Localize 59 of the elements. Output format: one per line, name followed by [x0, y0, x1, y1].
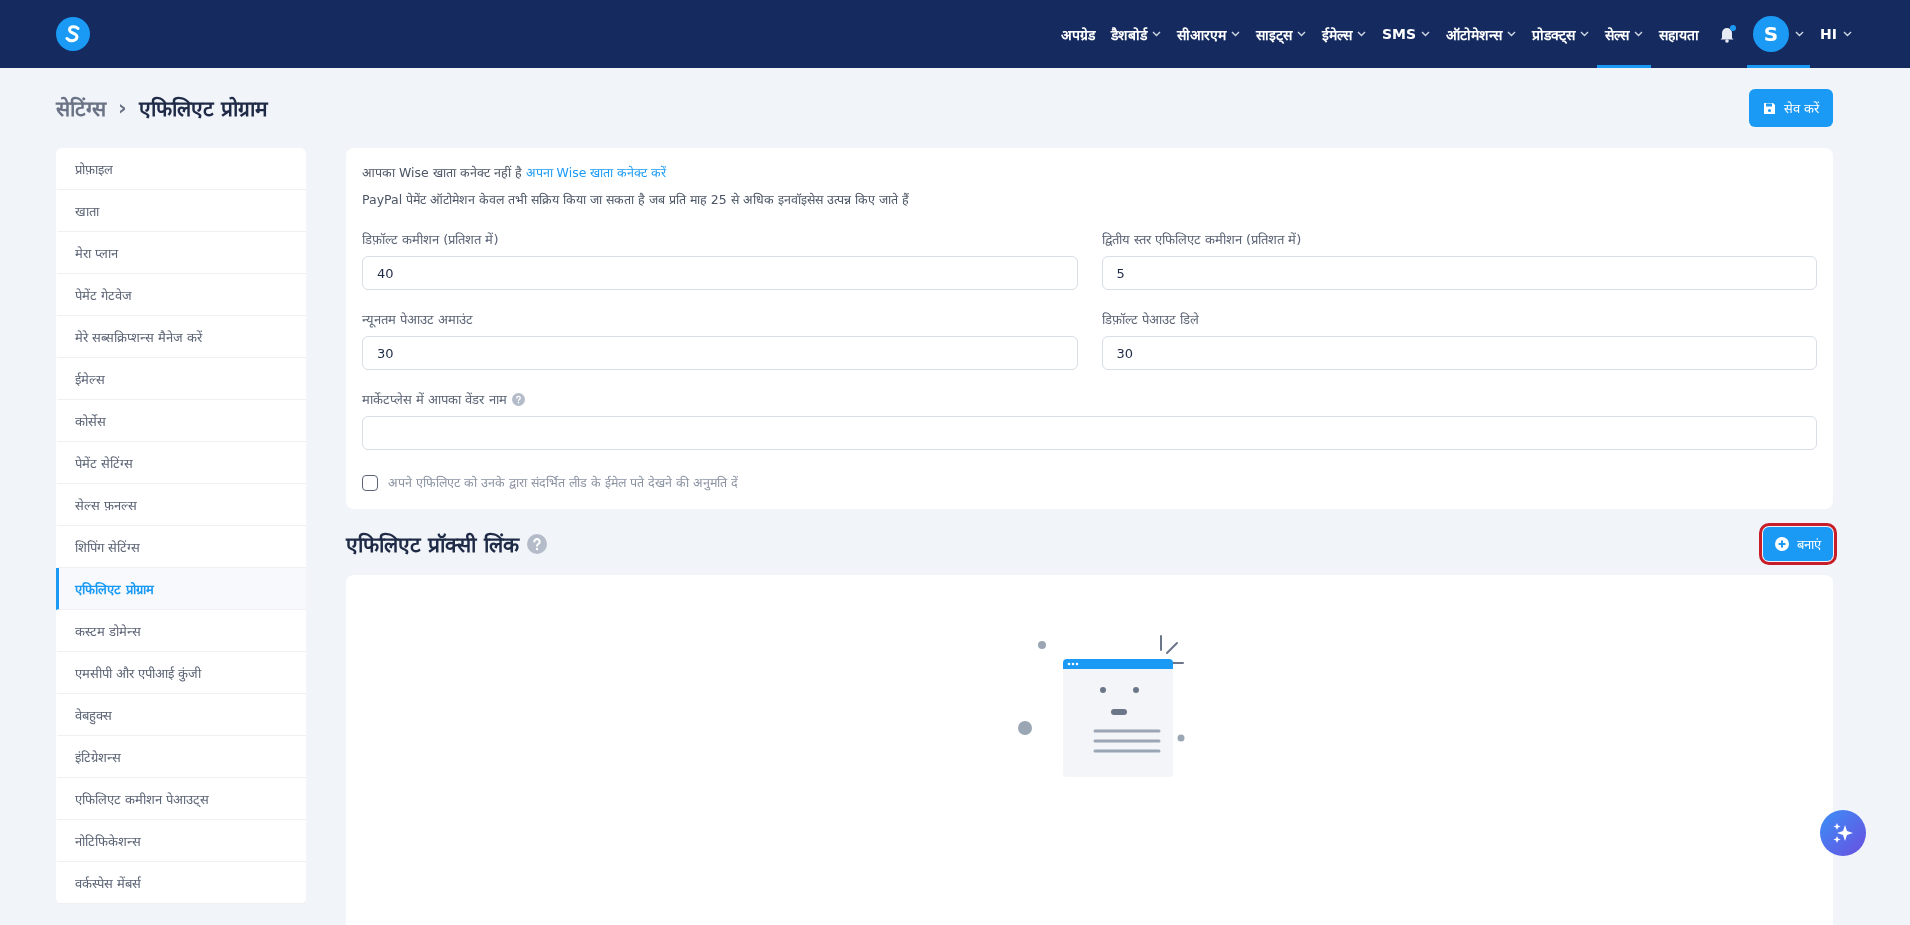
sidebar-item[interactable]: पेमेंट सेटिंग्स [56, 442, 306, 484]
sidebar-item[interactable]: सेल्स फ़नल्स [56, 484, 306, 526]
section-title: एफिलिएट प्रॉक्सी लिंक [346, 531, 519, 558]
checkbox-label: अपने एफिलिएट को उनके द्वारा संदर्भित लीड के ईमेल पते देखने की अनुमति दें [388, 474, 738, 491]
caret-icon [1421, 31, 1431, 37]
sidebar-item[interactable]: एफिलिएट कमीशन पेआउट्स [56, 778, 306, 820]
breadcrumb-link[interactable]: सेटिंग्स [56, 94, 106, 122]
input-field[interactable]: 40 [362, 256, 1078, 290]
input-field[interactable]: 30 [1101, 336, 1817, 370]
caret-icon [1230, 31, 1240, 37]
sidebar-item[interactable]: नोटिफिकेशन्स [56, 820, 306, 862]
sidebar-item[interactable]: प्रोफ़ाइल [56, 148, 306, 190]
field-label: मार्केटप्लेस में आपका वेंडर नाम [362, 391, 507, 408]
input-field[interactable]: 30 [362, 336, 1078, 370]
sidebar-item[interactable]: एमसीपी और एपीआई कुंजी [56, 652, 306, 694]
sidebar-item[interactable]: मेरे सब्सक्रिप्शन्स मैनेज करें [56, 316, 306, 358]
sidebar-item[interactable]: वेबहुक्स [56, 694, 306, 736]
nav-menu-item[interactable]: सेल्स [1597, 0, 1652, 68]
nav-menu-item[interactable]: डैशबोर्ड [1102, 0, 1169, 68]
paypal-notice: PayPal पेमेंट ऑटोमेशन केवल तभी सक्रिय किया जा सकता है जब प्रति माह 25 से अधिक इनवॉइसेस उत्पन्न किए जाते हैं [362, 191, 910, 208]
page-title: एफिलिएट प्रोग्राम [138, 95, 268, 122]
breadcrumb-separator: › [118, 96, 127, 120]
plus-icon [1775, 537, 1789, 551]
input-field[interactable] [362, 416, 1817, 450]
sidebar-item[interactable]: खाता [56, 190, 306, 232]
field-label: डिफ़ॉल्ट पेआउट डिले [1101, 311, 1199, 328]
sidebar-item[interactable]: कस्टम डोमेन्स [56, 610, 306, 652]
caret-icon [1795, 31, 1805, 37]
caret-icon [1296, 31, 1306, 37]
nav-menu-item[interactable]: प्रोडक्ट्स [1524, 0, 1598, 68]
nav-menu-item[interactable]: अपग्रेड [1052, 0, 1103, 68]
language-menu[interactable]: HI [1810, 0, 1862, 68]
caret-icon [1580, 31, 1590, 37]
ai-assistant-button[interactable] [1820, 810, 1866, 856]
sidebar-item[interactable]: वर्कस्पेस मेंबर्स [56, 862, 306, 904]
nav-menu-item[interactable]: सीआरएम [1168, 0, 1248, 68]
field-label: डिफ़ॉल्ट कमीशन (प्रतिशत में) [362, 231, 499, 248]
wise-notice: आपका Wise खाता कनेक्ट नहीं है अपना Wise खाता कनेक्ट करें [362, 164, 668, 181]
sidebar-item[interactable]: ईमेल्स [56, 358, 306, 400]
sidebar-item[interactable]: पेमेंट गेटवेज [56, 274, 306, 316]
field-label: न्यूनतम पेआउट अमाउंट [362, 311, 474, 328]
nav-menu-item[interactable]: साइट्स [1247, 0, 1314, 68]
sidebar-item[interactable]: मेरा प्लान [56, 232, 306, 274]
caret-icon [1507, 31, 1517, 37]
sidebar-item[interactable]: इंटिग्रेशन्स [56, 736, 306, 778]
caret-icon [1634, 31, 1644, 37]
nav-menu-item[interactable]: ऑटोमेशन्स [1438, 0, 1525, 68]
checkbox[interactable] [362, 474, 378, 491]
logo-icon[interactable] [56, 17, 90, 51]
sparkle-icon [1832, 822, 1854, 844]
nav-menu-item[interactable]: सहायता [1651, 0, 1708, 68]
nav-menu-item[interactable]: ईमेल्स [1313, 0, 1374, 68]
field-label: द्वितीय स्तर एफिलिएट कमीशन (प्रतिशत में) [1101, 231, 1302, 248]
caret-icon [1843, 31, 1852, 37]
caret-icon [1151, 31, 1161, 37]
sidebar-item[interactable]: कोर्सेस [56, 400, 306, 442]
input-field[interactable]: 5 [1101, 256, 1817, 290]
nav-menu-item[interactable]: SMS [1373, 0, 1439, 68]
caret-icon [1356, 31, 1366, 37]
